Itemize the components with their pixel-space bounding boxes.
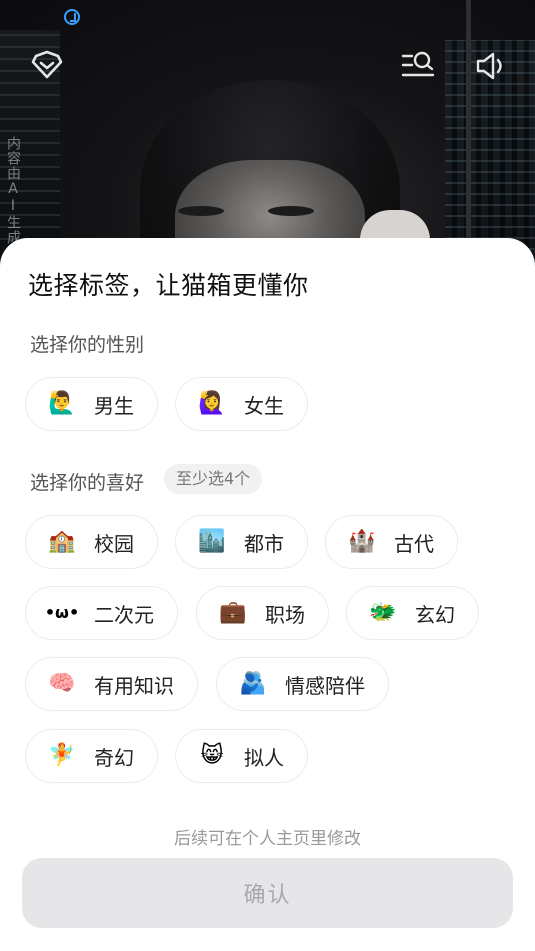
preference-section-label: 选择你的喜好	[30, 472, 145, 494]
tag-chip-companionship[interactable]: 🫂 情感陪伴	[216, 657, 389, 711]
heart-shield-icon[interactable]	[30, 50, 64, 80]
brain-icon: 🧠	[48, 671, 76, 696]
tag-chip-urban[interactable]: 🏙️ 都市	[175, 515, 308, 569]
tag-chip-knowledge[interactable]: 🧠 有用知识	[25, 657, 198, 711]
cityscape-icon: 🏙️	[198, 529, 226, 554]
chip-label: 拟人	[244, 745, 284, 770]
castle-icon: 🏰	[348, 529, 376, 554]
status-shield-icon	[64, 9, 80, 25]
chip-label: 职场	[265, 602, 305, 627]
gender-chip-female[interactable]: 🙋‍♀️ 女生	[175, 377, 308, 431]
chip-label: 情感陪伴	[285, 673, 365, 698]
tag-selection-sheet: 选择标签，让猫箱更懂你 选择你的性别 🙋‍♂️ 男生 🙋‍♀️ 女生 选择你的喜…	[0, 238, 535, 951]
tag-chip-xuanhuan[interactable]: 🐲 玄幻	[346, 586, 479, 640]
tag-chip-anthropomorphic[interactable]: 😸 拟人	[175, 729, 308, 783]
character-eye-left	[178, 206, 224, 216]
woman-raising-hand-icon: 🙋‍♀️	[198, 391, 226, 416]
chip-label: 奇幻	[94, 745, 134, 770]
character-eye-right	[268, 206, 314, 216]
chip-label: 男生	[94, 393, 134, 418]
kaomoji-icon: •ω•	[44, 603, 80, 622]
sheet-title: 选择标签，让猫箱更懂你	[28, 271, 309, 300]
search-list-icon[interactable]	[400, 50, 436, 82]
ai-generated-notice: 内容由AI生成	[5, 136, 21, 245]
tag-chip-ancient[interactable]: 🏰 古代	[325, 515, 458, 569]
confirm-button[interactable]: 确认	[22, 858, 513, 928]
fairy-icon: 🧚	[48, 743, 76, 768]
speaker-icon[interactable]	[474, 50, 508, 82]
chip-label: 古代	[394, 531, 434, 556]
chip-label: 玄幻	[415, 602, 455, 627]
footer-note: 后续可在个人主页里修改	[174, 829, 361, 849]
chip-label: 都市	[244, 531, 284, 556]
list-fade-overlay	[0, 790, 535, 820]
min-select-hint-badge: 至少选4个	[164, 464, 263, 494]
tag-chip-anime[interactable]: •ω• 二次元	[25, 586, 178, 640]
tag-chip-fantasy[interactable]: 🧚 奇幻	[25, 729, 158, 783]
briefcase-icon: 💼	[219, 600, 247, 625]
chip-label: 校园	[94, 531, 134, 556]
tag-chip-campus[interactable]: 🏫 校园	[25, 515, 158, 569]
gender-section-label: 选择你的性别	[30, 334, 145, 356]
man-raising-hand-icon: 🙋‍♂️	[48, 391, 76, 416]
chip-label: 女生	[244, 393, 284, 418]
school-icon: 🏫	[48, 529, 76, 554]
people-hugging-icon: 🫂	[239, 671, 267, 696]
tag-chip-workplace[interactable]: 💼 职场	[196, 586, 329, 640]
chip-label: 二次元	[94, 602, 154, 627]
grinning-cat-icon: 😸	[200, 743, 224, 768]
gender-chip-male[interactable]: 🙋‍♂️ 男生	[25, 377, 158, 431]
chip-label: 有用知识	[94, 673, 174, 698]
dragon-icon: 🐲	[369, 600, 397, 625]
